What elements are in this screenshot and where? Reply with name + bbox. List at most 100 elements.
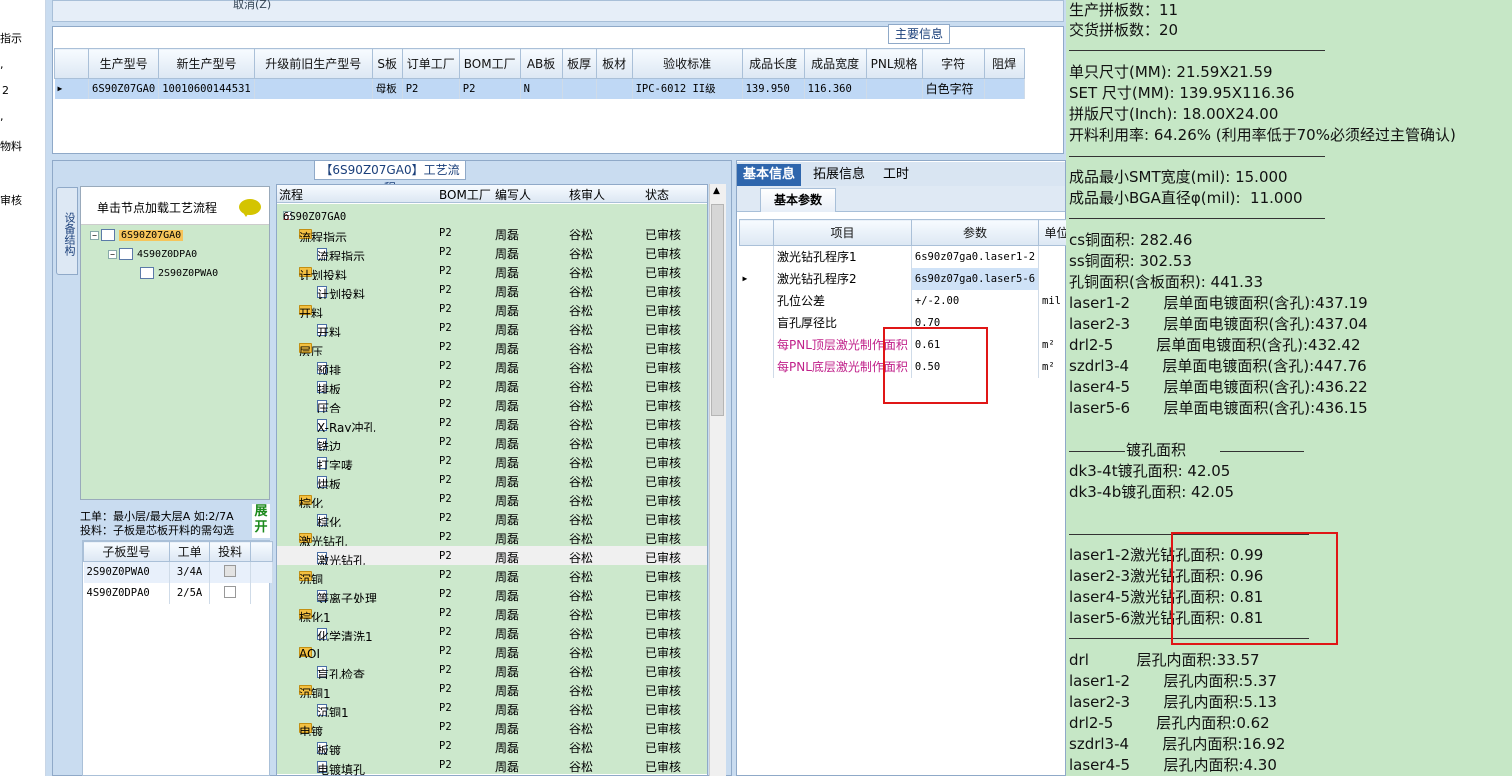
flow-row[interactable]: −激光钻孔P2周磊谷松已审核	[277, 527, 707, 549]
info-cell[interactable]	[596, 78, 633, 99]
info-cell[interactable]: 母板	[372, 78, 403, 99]
table-row[interactable]: ▶ 6S90Z07GA0 10010600144531 母板 P2 P2 N IPC-601…	[54, 78, 1025, 99]
info-cell[interactable]	[254, 78, 373, 99]
table-row[interactable]: ▶ 激光钻孔程序2 6s90z07ga0.laser5-6	[739, 267, 1076, 290]
nav-item[interactable]: 2	[2, 84, 9, 97]
col-header[interactable]: 流程	[279, 186, 303, 203]
sub-order-cell[interactable]: 3/4A	[169, 561, 211, 583]
col-header[interactable]: 升级前旧生产型号	[253, 48, 373, 79]
cancel-link[interactable]: 取消(Z)	[233, 0, 271, 12]
param-value[interactable]: 6s90z07ga0.laser5-6	[911, 267, 1040, 290]
col-header[interactable]: 子板型号	[83, 541, 170, 562]
info-cell[interactable]: 139.950	[742, 78, 805, 99]
flow-row[interactable]: X-Ray冲孔 P2 周磊 谷松 已审核	[277, 413, 707, 435]
table-row[interactable]: 2S90Z0PWA0 3/4A	[83, 561, 273, 583]
scrollbar-thumb[interactable]	[711, 204, 724, 416]
info-cell[interactable]: N	[520, 78, 563, 99]
expand-button[interactable]: 展开	[252, 504, 270, 538]
flow-row[interactable]: 棕化 P2 周磊 谷松 已审核	[277, 508, 707, 530]
device-structure-tab[interactable]: 设备结构	[56, 187, 78, 275]
col-header[interactable]: S板	[371, 48, 403, 79]
feed-checkbox[interactable]	[209, 561, 251, 583]
info-cell[interactable]: 白色字符	[922, 78, 985, 99]
flow-row[interactable]: 排板 P2 周磊 谷松 已审核	[277, 375, 707, 397]
flow-row[interactable]: −计划投料P2周磊谷松已审核	[277, 261, 707, 283]
table-row[interactable]: 4S90Z0DPA0 2/5A	[83, 582, 273, 604]
flow-row[interactable]: 盲孔检查 P2 周磊 谷松 已审核	[277, 660, 707, 682]
flow-row[interactable]: 打字唛 P2 周磊 谷松 已审核	[277, 451, 707, 473]
info-cell[interactable]: IPC-6012 II级	[632, 78, 743, 99]
tab-extended-info[interactable]: 拓展信息	[807, 164, 871, 186]
flow-row[interactable]: −棕化1P2周磊谷松已审核	[277, 603, 707, 625]
table-row[interactable]: 激光钻孔程序1 6s90z07ga0.laser1-2	[739, 245, 1076, 268]
feed-checkbox[interactable]	[209, 582, 251, 604]
flow-row[interactable]: 压合 P2 周磊 谷松 已审核	[277, 394, 707, 416]
col-header[interactable]: 核审人	[569, 186, 605, 203]
param-value[interactable]: +/-2.00	[911, 289, 1040, 312]
flow-row[interactable]: −层压P2周磊谷松已审核	[277, 337, 707, 359]
checkbox-checked-icon[interactable]	[224, 564, 237, 577]
flow-row[interactable]: 开料 P2 周磊 谷松 已审核	[277, 318, 707, 340]
flow-root[interactable]: − ⌂ 6S90Z07GA0	[277, 204, 707, 223]
param-value[interactable]: 6s90z07ga0.laser1-2	[911, 245, 1040, 268]
info-cell[interactable]	[562, 78, 597, 99]
col-header[interactable]: 状态	[645, 186, 669, 203]
flow-row[interactable]: 流程指示 P2 周磊 谷松 已审核	[277, 242, 707, 264]
info-cell[interactable]: 6S90Z07GA0	[88, 78, 160, 99]
col-header[interactable]: 阻焊	[983, 48, 1025, 79]
col-header[interactable]: 参数	[910, 219, 1040, 246]
flow-row[interactable]: 计划投料 P2 周磊 谷松 已审核	[277, 280, 707, 302]
flow-row[interactable]: 等离子处理 P2 周磊 谷松 已审核	[277, 584, 707, 606]
col-header[interactable]: 板厚	[561, 48, 597, 79]
flow-row[interactable]: −沉铜P2周磊谷松已审核	[277, 565, 707, 587]
tree-node[interactable]: −6S90Z07GA0	[90, 229, 184, 243]
nav-item[interactable]: 物料	[0, 138, 22, 154]
flow-row[interactable]: 铣边 P2 周磊 谷松 已审核	[277, 432, 707, 454]
nav-item[interactable]: 指示	[0, 30, 22, 46]
info-cell[interactable]: 116.360	[804, 78, 867, 99]
col-header[interactable]: 项目	[773, 219, 912, 246]
collapse-icon[interactable]: −	[90, 230, 99, 240]
flow-row[interactable]: −沉铜1P2周磊谷松已审核	[277, 679, 707, 701]
col-header[interactable]: 验收标准	[631, 48, 743, 79]
flow-row[interactable]: −棕化P2周磊谷松已审核	[277, 489, 707, 511]
tree-node[interactable]: 2S90Z0PWA0	[140, 267, 218, 281]
info-cell[interactable]	[984, 78, 1025, 99]
flow-row[interactable]: −AOIP2周磊谷松已审核	[277, 641, 707, 661]
checkbox-icon[interactable]	[224, 585, 237, 598]
flow-row[interactable]: −开料P2周磊谷松已审核	[277, 299, 707, 321]
col-header[interactable]: 编写人	[495, 186, 531, 203]
nav-item[interactable]: ,	[0, 110, 4, 123]
flow-row[interactable]: 板镀 P2 周磊 谷松 已审核	[277, 736, 707, 758]
flow-row[interactable]: 激光钻孔 P2 周磊 谷松 已审核	[277, 546, 707, 568]
flow-row[interactable]: 沉铜1 P2 周磊 谷松 已审核	[277, 698, 707, 720]
col-header[interactable]: 新生产型号	[158, 48, 255, 79]
col-header[interactable]: AB板	[519, 48, 563, 79]
col-header[interactable]: 投料	[209, 541, 251, 562]
col-header[interactable]: 板材	[595, 48, 633, 79]
table-row[interactable]: 孔位公差 +/-2.00 mil	[739, 289, 1076, 312]
info-cell[interactable]: 10010600144531	[158, 78, 255, 99]
flow-row[interactable]: −流程指示P2周磊谷松已审核	[277, 223, 707, 245]
flow-row[interactable]: 化学清洗1 P2 周磊 谷松 已审核	[277, 622, 707, 644]
col-header[interactable]: BOM工厂	[439, 186, 491, 203]
col-header[interactable]: 工单	[168, 541, 211, 562]
tab-basic-params[interactable]: 基本参数	[760, 188, 836, 212]
info-cell[interactable]: P2	[402, 78, 460, 99]
tab-basic-info[interactable]: 基本信息	[737, 164, 802, 186]
col-header[interactable]: 订单工厂	[401, 48, 460, 79]
flow-row[interactable]: 电镀填孔 P2 周磊 谷松 已审核	[277, 755, 707, 776]
tab-work-hours[interactable]: 工时	[877, 164, 915, 186]
col-header[interactable]: 字符	[921, 48, 985, 79]
nav-item[interactable]: 审核	[0, 192, 22, 208]
sub-order-cell[interactable]: 2/5A	[169, 582, 211, 604]
scroll-up-icon[interactable]: ▲	[713, 186, 720, 196]
col-header[interactable]: 成品宽度	[803, 48, 867, 79]
collapse-icon[interactable]: −	[108, 249, 117, 259]
flow-row[interactable]: 预排 P2 周磊 谷松 已审核	[277, 356, 707, 378]
info-cell[interactable]	[866, 78, 923, 99]
flow-row[interactable]: 烘板 P2 周磊 谷松 已审核	[277, 470, 707, 492]
col-header[interactable]: 生产型号	[87, 48, 160, 79]
col-header[interactable]: PNL规格	[865, 48, 923, 79]
info-cell[interactable]: P2	[459, 78, 521, 99]
